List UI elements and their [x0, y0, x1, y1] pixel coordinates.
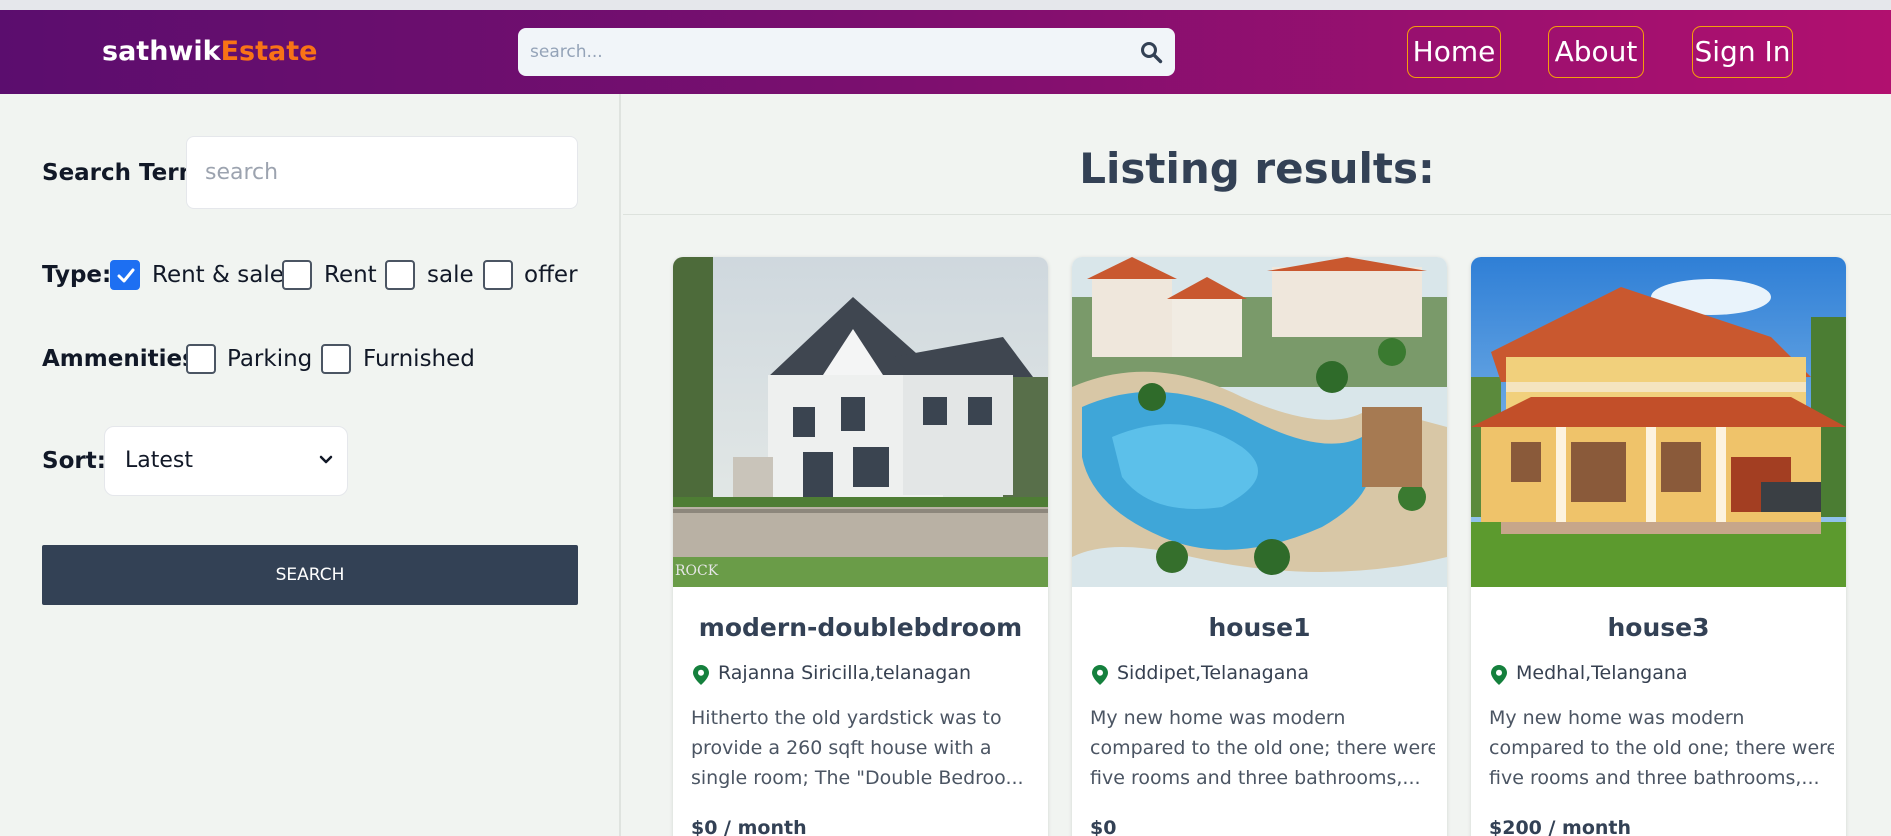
type-label: Type: — [42, 262, 112, 288]
amenity-furnished-checkbox[interactable] — [321, 344, 351, 374]
listing-image-modern-house: ROCK — [673, 257, 1048, 587]
listing-image-resort-pool — [1072, 257, 1447, 587]
listing-price: $0 — [1090, 817, 1117, 836]
type-sale-checkbox[interactable] — [385, 260, 415, 290]
listing-description-line: provide a 260 sqft house with a — [691, 737, 992, 759]
type-offer-checkbox[interactable] — [483, 260, 513, 290]
listing-location: Medhal,Telangana — [1516, 662, 1688, 684]
type-rent-and-sale-label: Rent & sale — [152, 262, 284, 288]
site-logo[interactable]: sathwikEstate — [102, 36, 317, 67]
listing-description-line: compared to the old one; there were — [1489, 737, 1834, 759]
listing-location: Siddipet,Telanagana — [1117, 662, 1310, 684]
amenities-label: Ammenities: — [42, 346, 205, 372]
listing-description: My new home was modern compared to the o… — [1489, 703, 1834, 793]
map-pin-icon — [1491, 665, 1507, 685]
browser-top-strip — [0, 0, 1891, 10]
type-rent-label: Rent — [324, 262, 377, 288]
listing-description-line: My new home was modern — [1090, 707, 1346, 729]
amenity-parking-label: Parking — [227, 346, 313, 372]
type-rent-and-sale-checkbox[interactable] — [110, 260, 140, 290]
listing-description-line: five rooms and three bathrooms,... — [1090, 767, 1421, 789]
listing-card-house3[interactable]: house3 Medhal,Telangana My new home was … — [1471, 257, 1846, 836]
listing-card-modern-doublebdroom[interactable]: ROCK modern-doublebdroom Rajanna Siricil… — [673, 257, 1048, 836]
sort-select[interactable]: Latest — [104, 426, 348, 496]
amenity-furnished-label: Furnished — [363, 346, 475, 372]
listing-location: Rajanna Siricilla,telanagan — [718, 662, 972, 684]
header-search-input[interactable] — [530, 40, 1110, 64]
map-pin-icon — [693, 665, 709, 685]
listing-title[interactable]: modern-doublebdroom — [673, 613, 1048, 642]
header-search-bar — [518, 28, 1175, 76]
listing-price: $0 / month — [691, 817, 807, 836]
type-sale-label: sale — [427, 262, 474, 288]
page-title: Listing results: — [1079, 144, 1435, 193]
search-icon[interactable] — [1139, 40, 1163, 64]
chevron-down-icon — [319, 455, 333, 464]
listing-title[interactable]: house1 — [1072, 613, 1447, 642]
check-icon — [117, 268, 135, 283]
nav-home-link[interactable]: Home — [1407, 26, 1501, 78]
type-offer-label: offer — [524, 262, 578, 288]
listing-description: My new home was modern compared to the o… — [1090, 703, 1435, 793]
listing-image-watermark: ROCK — [675, 563, 719, 579]
sort-label: Sort: — [42, 448, 106, 474]
amenity-parking-checkbox[interactable] — [186, 344, 216, 374]
title-divider — [623, 214, 1891, 215]
listing-description-line: single room; The "Double Bedroo... — [691, 767, 1024, 789]
listing-results-area: Listing results: ROCK modern-doublebdroo… — [623, 94, 1891, 836]
listing-description: Hitherto the old yardstick was to provid… — [691, 703, 1036, 793]
listing-price: $200 / month — [1489, 817, 1632, 836]
listing-title[interactable]: house3 — [1471, 613, 1846, 642]
nav-sign-in-link[interactable]: Sign In — [1692, 26, 1793, 78]
type-rent-checkbox[interactable] — [282, 260, 312, 290]
logo-text-accent: Estate — [220, 36, 318, 67]
listing-description-line: Hitherto the old yardstick was to — [691, 707, 1002, 729]
nav-about-link[interactable]: About — [1548, 26, 1644, 78]
listing-description-line: My new home was modern — [1489, 707, 1745, 729]
logo-text-primary: sathwik — [102, 36, 221, 67]
listing-card-house1[interactable]: house1 Siddipet,Telanagana My new home w… — [1072, 257, 1447, 836]
search-term-label: Search Term — [42, 160, 203, 186]
listing-description-line: five rooms and three bathrooms,... — [1489, 767, 1820, 789]
search-submit-button[interactable]: SEARCH — [42, 545, 578, 605]
map-pin-icon — [1092, 665, 1108, 685]
listing-description-line: compared to the old one; there were — [1090, 737, 1435, 759]
listing-image-villa — [1471, 257, 1846, 587]
sort-select-value: Latest — [125, 448, 193, 473]
site-header: sathwikEstate Home About Sign In — [0, 10, 1891, 94]
filter-sidebar: Search Term Type: Rent & sale Rent sale … — [0, 94, 621, 836]
search-term-input[interactable] — [186, 136, 578, 209]
